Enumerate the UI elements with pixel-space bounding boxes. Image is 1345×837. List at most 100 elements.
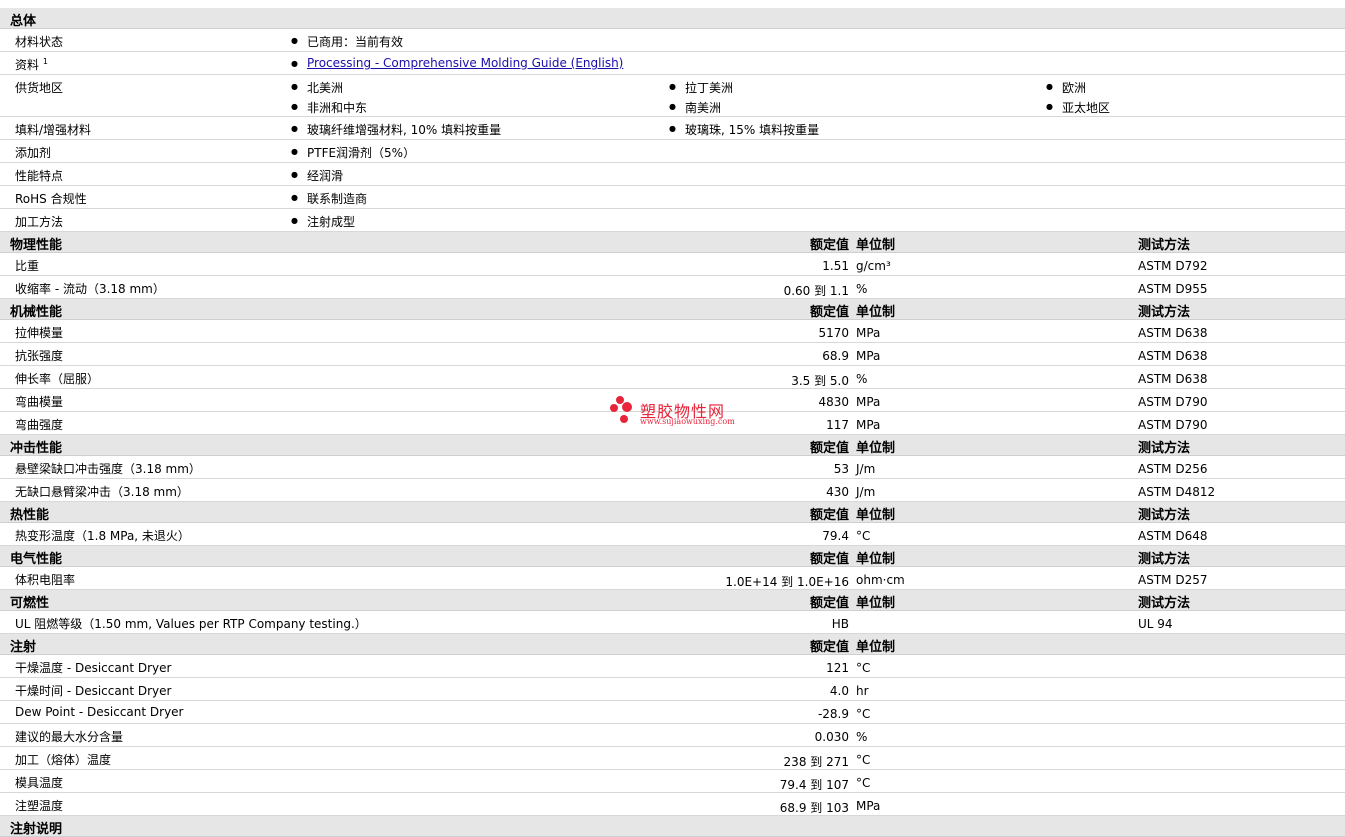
column-header-method: 测试方法 <box>1138 441 1191 456</box>
bullet-item: 经润滑 <box>291 167 343 184</box>
property-value: 3.5 到 5.0 <box>791 374 849 388</box>
bullet-item: Processing - Comprehensive Molding Guide… <box>291 56 623 70</box>
property-row: 拉伸模量 5170 MPa ASTM D638 <box>0 320 1345 343</box>
bullet-item: 非洲和中东 <box>291 99 367 116</box>
property-unit: MPa <box>856 395 881 409</box>
section-title: 电气性能 <box>10 552 63 567</box>
property-test-method: ASTM D955 <box>1138 282 1208 296</box>
column-header-unit: 单位制 <box>856 552 896 567</box>
property-value: 53 <box>833 462 849 476</box>
column-header-method: 测试方法 <box>1138 238 1191 253</box>
property-test-method: ASTM D257 <box>1138 573 1208 587</box>
property-label: 干燥温度 - Desiccant Dryer <box>15 661 172 675</box>
column-header-method: 测试方法 <box>1138 508 1191 523</box>
row-supply-region: 供货地区 北美洲 拉丁美洲 欧洲 非洲和中东 南美洲 亚太地区 <box>0 75 1345 117</box>
row-filler: 填料/增强材料 玻璃纤维增强材料, 10% 填料按重量 玻璃珠, 15% 填料按… <box>0 117 1345 140</box>
section-header: 机械性能 额定值 单位制 测试方法 <box>0 299 1345 320</box>
property-row: 悬壁梁缺口冲击强度（3.18 mm） 53 J/m ASTM D256 <box>0 456 1345 479</box>
column-header-unit: 单位制 <box>856 640 896 655</box>
column-header-value: 额定值 <box>809 508 849 523</box>
property-label: 悬壁梁缺口冲击强度（3.18 mm） <box>15 462 201 476</box>
property-value: 68.9 <box>822 349 849 363</box>
section-header: 可燃性 额定值 单位制 测试方法 <box>0 590 1345 611</box>
section-header: 注射说明 <box>0 816 1345 837</box>
property-unit: g/cm³ <box>856 259 891 273</box>
property-unit: °C <box>856 707 871 721</box>
property-label: 弯曲强度 <box>15 418 64 432</box>
property-value: 68.9 到 103 <box>779 801 849 815</box>
bullet-item: 已商用：当前有效 <box>291 33 403 50</box>
row-label: 资料 1 <box>15 57 48 72</box>
property-value: 79.4 到 107 <box>779 778 849 792</box>
property-value: 430 <box>826 485 849 499</box>
property-value: HB <box>831 617 849 631</box>
section-title: 注射说明 <box>10 822 63 837</box>
column-header-unit: 单位制 <box>856 596 896 611</box>
row-label: 添加剂 <box>15 146 52 160</box>
property-row: 干燥时间 - Desiccant Dryer 4.0 hr <box>0 678 1345 701</box>
watermark-url: www.sujiaowuxing.com <box>640 417 735 426</box>
bullet-item: 注射成型 <box>291 213 355 230</box>
column-header-method: 测试方法 <box>1138 305 1191 320</box>
column-header-value: 额定值 <box>809 552 849 567</box>
property-value: 238 到 271 <box>783 755 849 769</box>
property-row: 伸长率（屈服） 3.5 到 5.0% ASTM D638 <box>0 366 1345 389</box>
column-header-unit: 单位制 <box>856 441 896 456</box>
row-documents: 资料 1 Processing - Comprehensive Molding … <box>0 52 1345 75</box>
bullet-item: 玻璃纤维增强材料, 10% 填料按重量 <box>291 121 501 138</box>
row-label: 性能特点 <box>15 169 64 183</box>
property-value: 0.030 <box>814 730 849 744</box>
property-label: 加工（熔体）温度 <box>15 753 112 767</box>
section-title: 热性能 <box>10 508 50 523</box>
property-row: 收缩率 - 流动（3.18 mm） 0.60 到 1.1% ASTM D955 <box>0 276 1345 299</box>
row-label: 材料状态 <box>15 35 64 49</box>
property-label: 模具温度 <box>15 776 64 790</box>
property-test-method: ASTM D792 <box>1138 259 1208 273</box>
property-sections: 物理性能 额定值 单位制 测试方法比重 1.51 g/cm³ ASTM D792 收缩率 - … <box>0 232 1345 837</box>
row-label: 供货地区 <box>15 81 64 95</box>
property-label: 注塑温度 <box>15 799 64 813</box>
section-header: 物理性能 额定值 单位制 测试方法 <box>0 232 1345 253</box>
section-title: 总体 <box>10 14 37 29</box>
property-label: 弯曲模量 <box>15 395 64 409</box>
section-header: 注射 额定值 单位制 <box>0 634 1345 655</box>
property-unit: % <box>856 372 868 386</box>
property-value: 1.51 <box>822 259 849 273</box>
property-test-method: UL 94 <box>1138 617 1173 631</box>
property-label: 无缺口悬臂梁冲击（3.18 mm） <box>15 485 189 499</box>
property-row: 热变形温度（1.8 MPa, 未退火） 79.4 °C ASTM D648 <box>0 523 1345 546</box>
bullet-item: PTFE润滑剂（5%） <box>291 144 415 161</box>
column-header-unit: 单位制 <box>856 305 896 320</box>
property-value: 121 <box>826 661 849 675</box>
footnote-marker: 1 <box>42 57 48 66</box>
property-label: UL 阻燃等级（1.50 mm, Values per RTP Company … <box>15 617 367 631</box>
row-processing-method: 加工方法 注射成型 <box>0 209 1345 232</box>
property-test-method: ASTM D790 <box>1138 395 1208 409</box>
bullet-item: 拉丁美洲 <box>669 79 733 96</box>
row-label: 加工方法 <box>15 215 64 229</box>
section-header: 冲击性能 额定值 单位制 测试方法 <box>0 435 1345 456</box>
property-label: 拉伸模量 <box>15 326 64 340</box>
molding-guide-link[interactable]: Processing - Comprehensive Molding Guide… <box>307 56 623 70</box>
bullet-item: 欧洲 <box>1046 79 1086 96</box>
property-row: 加工（熔体）温度 238 到 271 °C <box>0 747 1345 770</box>
property-test-method: ASTM D256 <box>1138 462 1208 476</box>
property-value: 5170 <box>818 326 849 340</box>
property-test-method: ASTM D4812 <box>1138 485 1216 499</box>
property-value: 0.60 到 1.1 <box>783 284 849 298</box>
property-label: 体积电阻率 <box>15 573 76 587</box>
property-test-method: ASTM D790 <box>1138 418 1208 432</box>
property-label: 抗张强度 <box>15 349 64 363</box>
property-test-method: ASTM D638 <box>1138 372 1208 386</box>
property-row: 干燥温度 - Desiccant Dryer 121 °C <box>0 655 1345 678</box>
property-row: 无缺口悬臂梁冲击（3.18 mm） 430 J/m ASTM D4812 <box>0 479 1345 502</box>
property-unit: MPa <box>856 349 881 363</box>
bullet-item: 玻璃珠, 15% 填料按重量 <box>669 121 819 138</box>
section-title: 可燃性 <box>10 596 50 611</box>
column-header-method: 测试方法 <box>1138 552 1191 567</box>
section-title: 机械性能 <box>10 305 63 320</box>
column-header-unit: 单位制 <box>856 508 896 523</box>
property-unit: ohm·cm <box>856 573 905 587</box>
property-row: 注塑温度 68.9 到 103 MPa <box>0 793 1345 816</box>
property-label: 比重 <box>15 259 40 273</box>
